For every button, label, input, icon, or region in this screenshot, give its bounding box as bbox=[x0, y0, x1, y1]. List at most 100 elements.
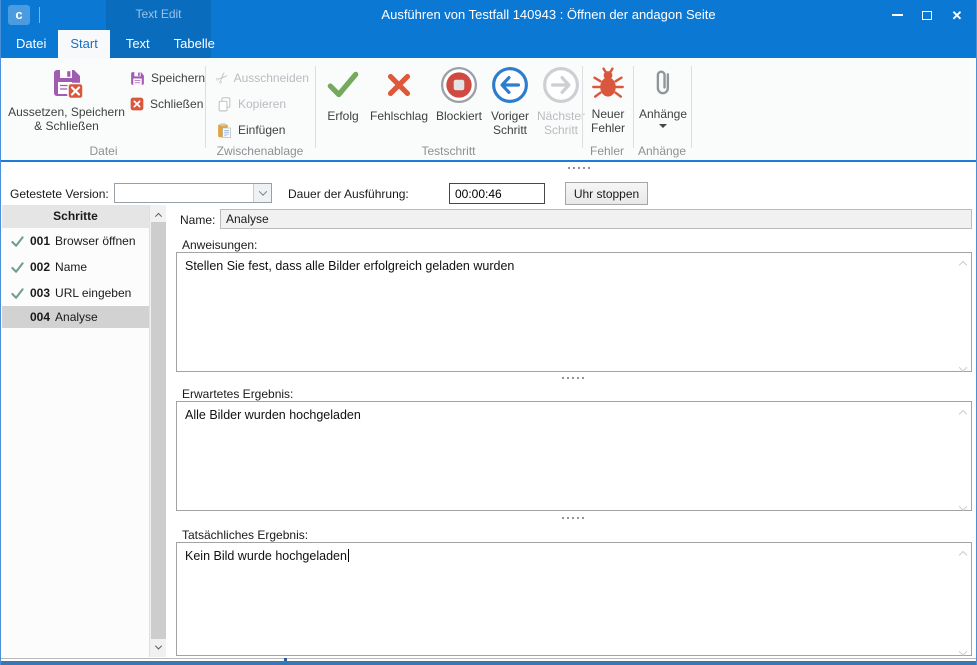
blocked-button[interactable]: Blockiert bbox=[432, 61, 486, 153]
steps-panel: Schritte 001 Browser öffnen 002 Name 0 bbox=[2, 205, 149, 657]
textarea-scroll-up-icon[interactable] bbox=[960, 546, 968, 554]
horizontal-splitter-grip[interactable] bbox=[568, 167, 592, 170]
cut-button: ✂ Ausschneiden bbox=[216, 68, 309, 88]
combobox-dropdown-button[interactable] bbox=[253, 184, 271, 202]
stop-clock-button[interactable]: Uhr stoppen bbox=[565, 182, 648, 205]
scrollbar-down-button[interactable] bbox=[150, 639, 167, 656]
textarea-scroll-down-icon[interactable] bbox=[960, 360, 968, 368]
suspend-save-close-button[interactable]: Aussetzen, Speichern & Schließen bbox=[8, 61, 125, 153]
step-number: 001 bbox=[30, 234, 50, 248]
dropdown-caret-icon bbox=[659, 124, 667, 128]
step-number: 004 bbox=[30, 310, 50, 324]
tab-tabelle[interactable]: Tabelle bbox=[162, 30, 227, 58]
section-splitter-grip[interactable] bbox=[562, 517, 586, 520]
actual-result-label: Tatsächliches Ergebnis: bbox=[182, 528, 308, 542]
group-separator bbox=[205, 66, 206, 148]
blocked-label: Blockiert bbox=[432, 109, 486, 123]
actual-result-textarea[interactable]: Kein Bild wurde hochgeladen bbox=[176, 542, 972, 656]
fail-button[interactable]: Fehlschlag bbox=[366, 61, 432, 153]
instructions-text: Stellen Sie fest, dass alle Bilder erfol… bbox=[185, 259, 514, 273]
previous-step-button[interactable]: Voriger Schritt bbox=[486, 61, 534, 153]
app-icon[interactable]: c bbox=[8, 5, 30, 25]
textarea-scroll-down-icon[interactable] bbox=[960, 499, 968, 507]
scrollbar-up-button[interactable] bbox=[150, 205, 167, 222]
paperclip-icon bbox=[646, 66, 680, 102]
instructions-textarea[interactable]: Stellen Sie fest, dass alle Bilder erfol… bbox=[176, 252, 972, 372]
quick-access-separator bbox=[39, 7, 40, 23]
step-number: 003 bbox=[30, 286, 50, 300]
execution-toolbar: Getestete Version: Dauer der Ausführung:… bbox=[2, 162, 975, 205]
success-button[interactable]: Erfolg bbox=[320, 61, 366, 153]
floppy-icon bbox=[129, 70, 146, 87]
minimize-button[interactable] bbox=[882, 0, 912, 30]
previous-step-icon bbox=[491, 66, 529, 104]
bug-icon bbox=[590, 66, 626, 102]
tested-version-label: Getestete Version: bbox=[10, 187, 109, 201]
scissors-icon: ✂ bbox=[211, 67, 233, 89]
main-area: Schritte 001 Browser öffnen 002 Name 0 bbox=[2, 205, 975, 657]
maximize-button[interactable] bbox=[912, 0, 942, 30]
text-cursor bbox=[348, 549, 349, 562]
tested-version-combobox[interactable] bbox=[114, 183, 272, 203]
group-separator bbox=[582, 66, 583, 148]
paste-label: Einfügen bbox=[238, 123, 285, 137]
instructions-label: Anweisungen: bbox=[182, 238, 257, 252]
tab-start[interactable]: Start bbox=[58, 30, 109, 58]
name-input[interactable] bbox=[220, 209, 972, 229]
save-label: Speichern bbox=[151, 71, 205, 85]
duration-input[interactable] bbox=[449, 183, 545, 204]
close-testcase-button[interactable]: Schließen bbox=[129, 94, 203, 114]
group-separator bbox=[315, 66, 316, 148]
textarea-scroll-up-icon[interactable] bbox=[960, 405, 968, 413]
attachments-button[interactable]: Anhänge bbox=[637, 61, 689, 153]
contextual-tab-label: Text Edit bbox=[106, 7, 211, 21]
fail-x-icon bbox=[380, 66, 418, 104]
close-button[interactable]: ✕ bbox=[942, 0, 972, 30]
group-separator bbox=[633, 66, 634, 148]
save-button[interactable]: Speichern bbox=[129, 68, 205, 88]
copy-icon bbox=[216, 96, 233, 113]
step-row-002[interactable]: 002 Name bbox=[2, 254, 149, 280]
group-label-testschritt: Testschritt bbox=[315, 144, 582, 158]
tested-version-input[interactable] bbox=[115, 184, 253, 202]
step-row-001[interactable]: 001 Browser öffnen bbox=[2, 228, 149, 254]
previous-step-label: Voriger Schritt bbox=[486, 109, 534, 137]
textarea-scroll-down-icon[interactable] bbox=[960, 644, 968, 652]
success-label: Erfolg bbox=[320, 109, 366, 123]
window-controls: ✕ bbox=[882, 0, 972, 30]
next-step-label: Nächster Schritt bbox=[535, 109, 587, 137]
step-label: Name bbox=[55, 260, 87, 274]
group-label-fehler: Fehler bbox=[582, 144, 632, 158]
textarea-scroll-up-icon[interactable] bbox=[960, 256, 968, 264]
maximize-icon bbox=[922, 11, 932, 20]
ribbon-tabs: Datei Start Text Tabelle bbox=[1, 30, 227, 58]
step-check-icon bbox=[10, 260, 30, 275]
step-row-003[interactable]: 003 URL eingeben bbox=[2, 280, 149, 306]
ribbon: Aussetzen, Speichern & Schließen Speiche… bbox=[2, 58, 975, 160]
window-bottom-border bbox=[1, 661, 976, 665]
scrollbar-thumb[interactable] bbox=[151, 222, 166, 639]
blocked-icon bbox=[440, 66, 478, 104]
actual-result-text: Kein Bild wurde hochgeladen bbox=[185, 549, 347, 563]
chevron-down-icon bbox=[155, 643, 162, 650]
next-step-button: Nächster Schritt bbox=[535, 61, 587, 153]
steps-scrollbar[interactable] bbox=[149, 205, 166, 657]
new-error-label: Neuer Fehler bbox=[586, 107, 630, 135]
fail-label: Fehlschlag bbox=[366, 109, 432, 123]
paste-button[interactable]: Einfügen bbox=[216, 120, 285, 140]
bottom-border-tick bbox=[284, 658, 287, 661]
group-label-anhaenge: Anhänge bbox=[633, 144, 691, 158]
minimize-icon bbox=[892, 14, 903, 16]
tab-datei[interactable]: Datei bbox=[4, 30, 58, 58]
expected-result-textarea[interactable]: Alle Bilder wurden hochgeladen bbox=[176, 401, 972, 511]
step-label: Browser öffnen bbox=[55, 234, 136, 248]
close-testcase-label: Schließen bbox=[150, 97, 203, 111]
close-icon: ✕ bbox=[952, 9, 963, 22]
title-bar: Text Edit c Ausführen von Testfall 14094… bbox=[1, 0, 976, 58]
copy-button: Kopieren bbox=[216, 94, 286, 114]
step-row-004-selected[interactable]: 004 Analyse bbox=[2, 306, 149, 328]
tab-text[interactable]: Text bbox=[114, 30, 162, 58]
new-error-button[interactable]: Neuer Fehler bbox=[586, 61, 630, 153]
paste-icon bbox=[216, 122, 233, 139]
section-splitter-grip[interactable] bbox=[562, 377, 586, 380]
